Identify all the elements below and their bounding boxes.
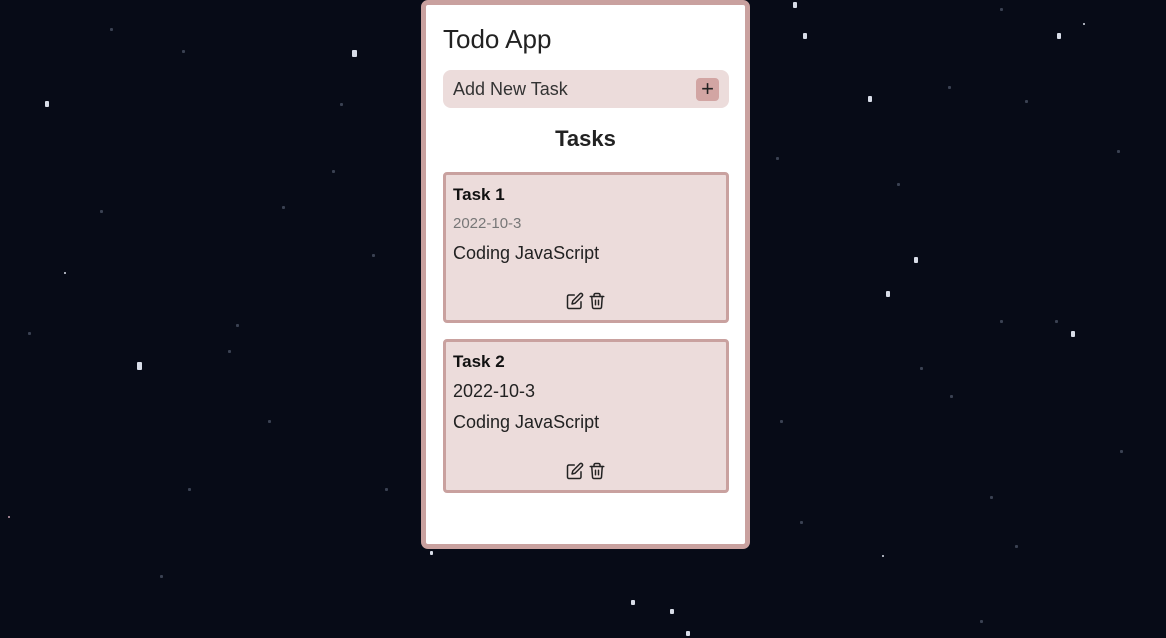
task-description: Coding JavaScript — [453, 243, 600, 263]
edit-icon[interactable] — [566, 292, 584, 310]
tasks-heading: Tasks — [555, 126, 616, 151]
task-actions — [446, 292, 726, 310]
task-name: Task 2 — [453, 352, 505, 371]
task-date: 2022-10-3 — [453, 381, 536, 401]
task-actions — [446, 462, 726, 480]
trash-icon[interactable] — [588, 462, 606, 480]
add-task-bar[interactable]: Add New Task + — [443, 70, 729, 108]
todo-app-panel: Todo App Add New Task + Tasks Task 1 202… — [421, 0, 750, 549]
task-description: Coding JavaScript — [453, 412, 600, 432]
trash-icon[interactable] — [588, 292, 606, 310]
task-card: Task 1 2022-10-3 Coding JavaScript — [443, 172, 729, 323]
task-name: Task 1 — [453, 185, 505, 204]
task-card: Task 2 2022-10-3 Coding JavaScript — [443, 339, 729, 493]
edit-icon[interactable] — [566, 462, 584, 480]
add-task-button[interactable]: + — [696, 76, 719, 101]
add-task-label: Add New Task — [453, 78, 568, 99]
task-date: 2022-10-3 — [453, 215, 522, 232]
plus-icon: + — [701, 76, 714, 101]
app-title: Todo App — [443, 24, 552, 54]
